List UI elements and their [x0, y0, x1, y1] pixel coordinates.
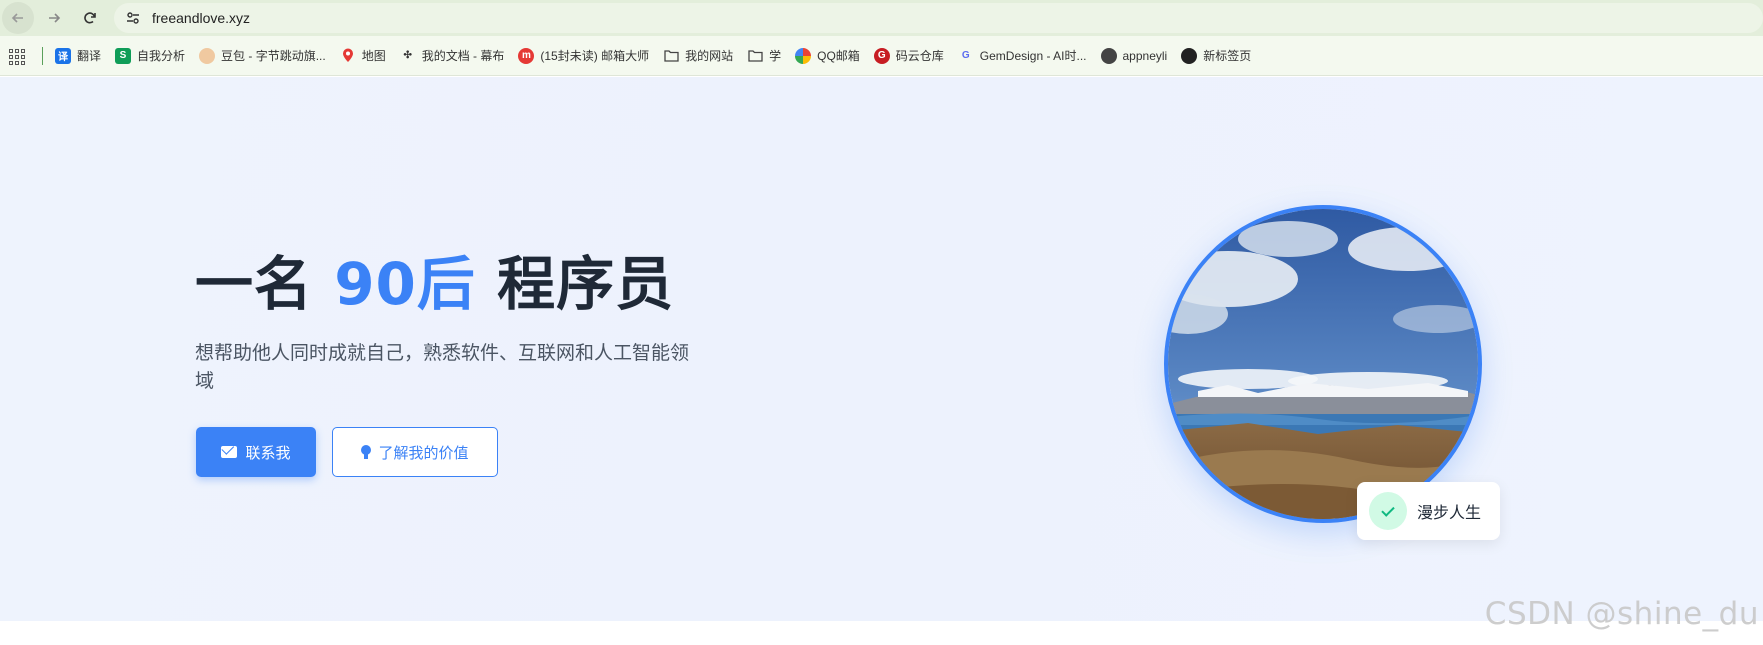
bookmark-label: 新标签页 — [1203, 49, 1252, 63]
mail-master-icon: m — [518, 47, 535, 64]
bookmark-label: 自我分析 — [137, 49, 186, 63]
bookmark-label: QQ邮箱 — [817, 49, 860, 63]
doubao-icon — [199, 47, 216, 64]
title-suffix: 程序员 — [475, 250, 675, 318]
contact-button[interactable]: 联系我 — [196, 427, 316, 477]
bookmark-item[interactable]: 地图 — [340, 47, 386, 64]
github-icon — [1181, 47, 1198, 64]
folder-icon — [747, 48, 763, 64]
gemdesign-icon: G — [961, 50, 970, 61]
bookmark-item[interactable]: G GemDesign - AI时... — [958, 47, 1087, 64]
bookmark-item[interactable]: 译翻译 — [55, 47, 101, 64]
learn-value-button[interactable]: 了解我的价值 — [332, 427, 498, 477]
arrow-left-icon — [11, 13, 23, 23]
folder-icon — [663, 48, 679, 64]
bookmark-label: appneyli — [1122, 48, 1168, 63]
learn-value-label: 了解我的价值 — [378, 443, 469, 462]
bookmark-item[interactable]: m (15封未读) 邮箱大师 — [518, 47, 649, 64]
hero-section: 一名 90后 程序员 想帮助他人同时成就自己，熟悉软件、互联网和人工智能领域 联… — [0, 77, 1763, 621]
badge-label: 漫步人生 — [1417, 503, 1482, 522]
mail-icon — [221, 446, 238, 458]
reload-icon — [84, 12, 96, 24]
gitee-icon: G — [873, 47, 890, 64]
watermark-text: CSDN @shine_du — [1484, 596, 1759, 632]
sheets-icon: S — [115, 47, 132, 64]
bookmark-label: 我的网站 — [685, 49, 734, 63]
url-text: freeandlove.xyz — [152, 10, 251, 26]
contact-button-label: 联系我 — [245, 443, 291, 462]
site-settings-icon[interactable] — [124, 9, 142, 27]
bookmark-label: (15封未读) 邮箱大师 — [540, 49, 650, 63]
map-pin-icon — [340, 48, 356, 64]
bookmark-item[interactable]: 学 — [747, 47, 781, 64]
translate-icon: 译 — [55, 47, 71, 64]
bookmark-item[interactable]: S 自我分析 — [115, 47, 185, 64]
reload-button[interactable] — [74, 2, 106, 34]
bookmark-item[interactable]: G 码云仓库 — [873, 47, 944, 64]
bookmark-item[interactable]: 豆包 - 字节跳动旗... — [199, 47, 326, 64]
page-title: 一名 90后 程序员 — [195, 255, 674, 313]
bookmark-item[interactable]: 新标签页 — [1181, 47, 1251, 64]
bookmark-item[interactable]: appneyli — [1100, 47, 1168, 64]
bookmark-label: 学 — [769, 49, 782, 63]
bookmark-label: 翻译 — [77, 49, 102, 63]
lightbulb-icon — [361, 445, 372, 459]
bookmarks-bar: 译翻译 S 自我分析 豆包 - 字节跳动旗... 地图 ✣ 我的文档 - 幕布 m (15封未读… — [0, 36, 1763, 76]
hero-subtitle: 想帮助他人同时成就自己，熟悉软件、互联网和人工智能领域 — [195, 342, 690, 392]
browser-toolbar: freeandlove.xyz — [0, 0, 1763, 36]
bookmark-item[interactable]: QQ邮箱 — [795, 47, 860, 64]
bookmarks-divider — [42, 46, 43, 65]
arrow-right-icon — [49, 13, 61, 23]
bookmark-item[interactable]: ✣ 我的文档 - 幕布 — [400, 47, 505, 64]
address-bar[interactable]: freeandlove.xyz — [114, 3, 1763, 33]
hero-image — [1164, 205, 1482, 523]
bookmark-label: 豆包 - 字节跳动旗... — [221, 49, 326, 63]
bookmark-label: 码云仓库 — [895, 49, 944, 63]
qqmail-icon — [795, 47, 812, 64]
landscape-image — [1168, 209, 1478, 519]
status-badge: 漫步人生 — [1357, 482, 1500, 540]
title-prefix: 一名 — [195, 250, 335, 318]
apps-grid-icon[interactable] — [6, 46, 26, 66]
bookmark-label: GemDesign - AI时... — [979, 49, 1087, 63]
back-button[interactable] — [2, 2, 34, 34]
title-accent: 90后 — [334, 250, 476, 318]
globe-icon — [1100, 47, 1117, 64]
bookmark-item[interactable]: 我的网站 — [663, 47, 733, 64]
mubu-icon: ✣ — [403, 50, 412, 61]
check-icon — [1369, 492, 1407, 530]
bookmark-label: 地图 — [361, 49, 386, 63]
forward-button[interactable] — [38, 2, 70, 34]
bookmark-label: 我的文档 - 幕布 — [421, 49, 505, 63]
